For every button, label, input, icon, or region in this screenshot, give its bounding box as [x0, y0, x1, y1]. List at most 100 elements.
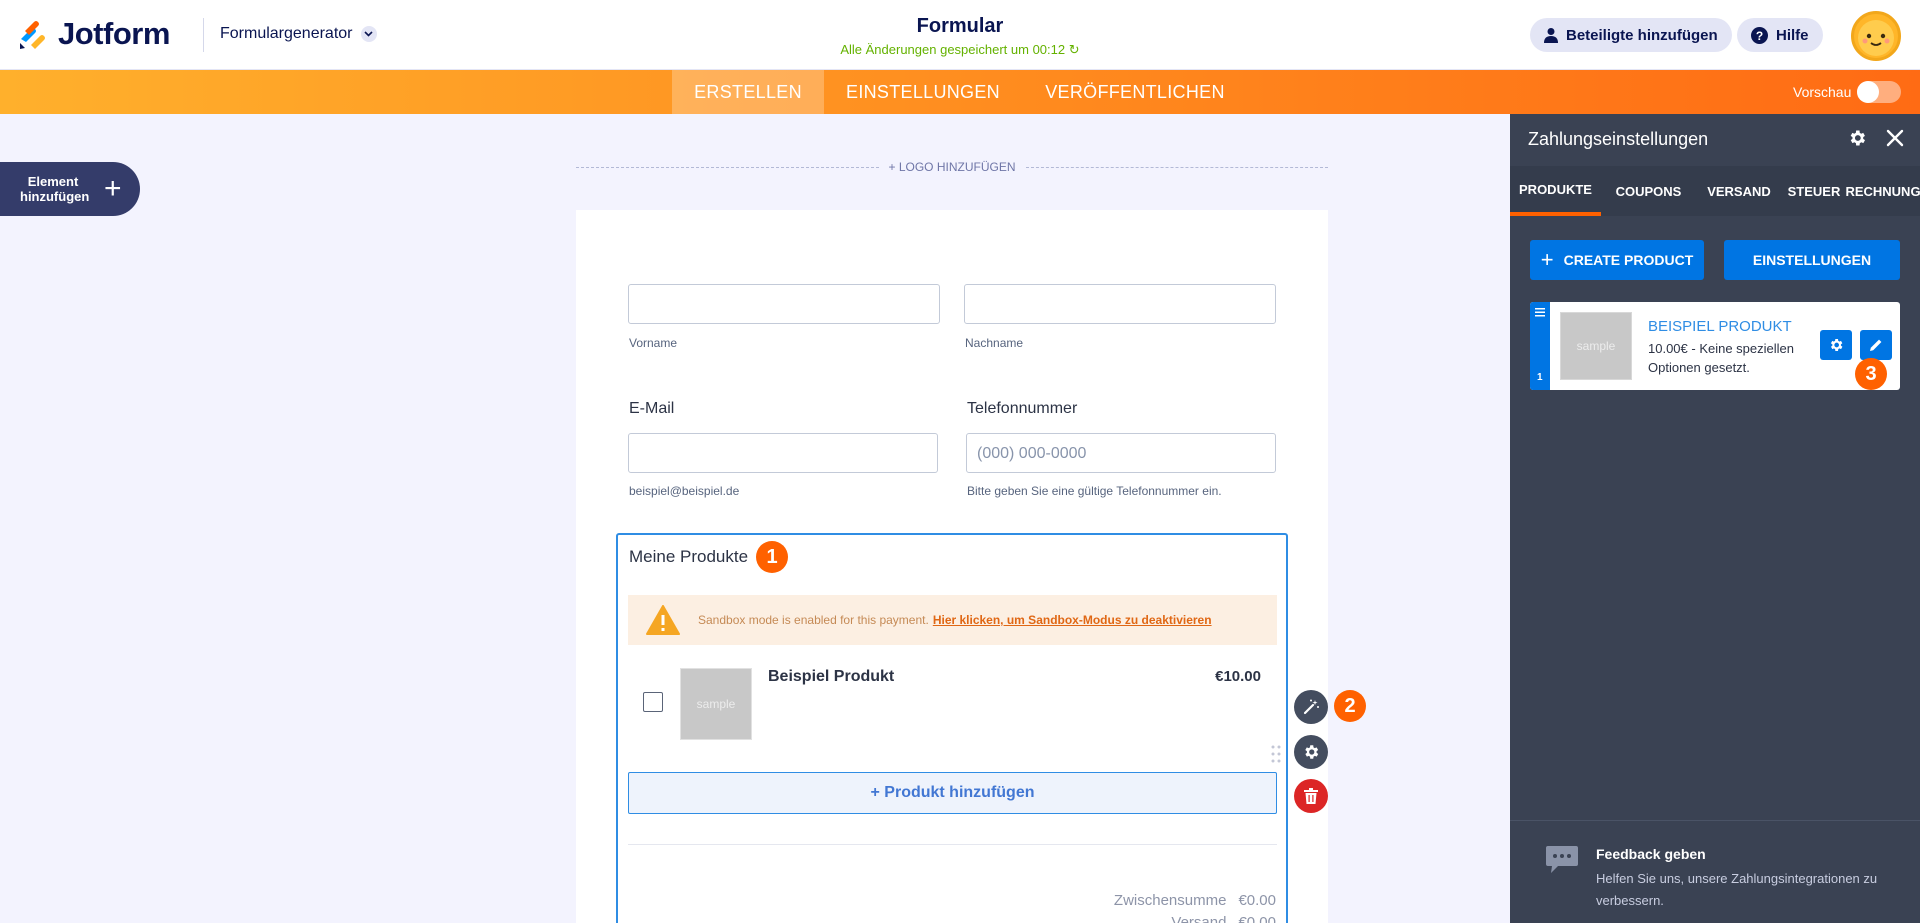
warning-icon: [646, 605, 680, 635]
top-header: Jotform Formulargenerator Formular Alle …: [0, 0, 1920, 70]
product-name: Beispiel Produkt: [768, 668, 895, 685]
panel-tabs: PRODUKTE COUPONS VERSAND STEUER RECHNUNG: [1510, 166, 1920, 216]
email-label: E-Mail: [629, 400, 675, 417]
step-badge-3: 3: [1855, 358, 1887, 390]
sandbox-disable-link[interactable]: Hier klicken, um Sandbox-Modus zu deakti…: [933, 613, 1212, 627]
builder-navbar: ERSTELLEN EINSTELLUNGEN VERÖFFENTLICHEN …: [0, 70, 1920, 114]
last-name-sublabel: Nachname: [965, 336, 1024, 350]
product-card-index: 1: [1537, 372, 1543, 383]
trash-icon: [1304, 788, 1318, 804]
phone-label: Telefonnummer: [967, 400, 1078, 417]
user-icon: [1544, 28, 1558, 43]
totals-divider: [628, 844, 1277, 845]
add-participants-label: Beteiligte hinzufügen: [1566, 26, 1718, 44]
add-product-button[interactable]: + Produkt hinzufügen: [628, 772, 1277, 814]
plus-icon: +: [104, 172, 122, 205]
help-icon: ?: [1751, 26, 1768, 44]
tab-einstellungen[interactable]: EINSTELLUNGEN: [824, 70, 1022, 114]
panel-tab-versand[interactable]: VERSAND: [1696, 166, 1782, 216]
phone-placeholder: (000) 000-0000: [977, 445, 1087, 462]
svg-text:?: ?: [1756, 29, 1763, 43]
panel-close-button[interactable]: [1885, 128, 1907, 150]
phone-sublabel: Bitte geben Sie eine gültige Telefonnumm…: [967, 484, 1222, 498]
builder-menu-dropdown[interactable]: Formulargenerator: [220, 25, 377, 43]
product-card-thumbnail-text: sample: [1576, 339, 1616, 353]
help-button[interactable]: ? Hilfe: [1737, 18, 1823, 52]
product-edit-button[interactable]: [1860, 330, 1892, 360]
help-label: Hilfe: [1776, 26, 1809, 44]
header-separator: [203, 18, 204, 52]
product-price: €10.00: [1215, 668, 1261, 685]
step-badge-1: 1: [756, 541, 788, 573]
product-card-name: BEISPIEL PRODUKT: [1648, 318, 1792, 335]
last-name-input[interactable]: [964, 284, 1276, 324]
product-card-strip: 1: [1530, 302, 1550, 390]
gear-icon: [1830, 339, 1843, 351]
add-element-button[interactable]: Element hinzufügen +: [0, 162, 140, 216]
first-name-input[interactable]: [628, 284, 940, 324]
panel-tab-steuer[interactable]: STEUER: [1782, 166, 1846, 216]
panel-tab-rechnung[interactable]: RECHNUNG: [1845, 166, 1920, 216]
subtotal-label: Zwischensumme: [1113, 892, 1227, 909]
step-badge-2: 2: [1334, 690, 1366, 722]
email-input[interactable]: [628, 433, 938, 473]
add-element-label: Element hinzufügen: [20, 174, 90, 204]
drag-handle-icon[interactable]: [1270, 744, 1282, 764]
product-card-thumbnail: sample: [1557, 309, 1635, 383]
panel-tab-coupons[interactable]: COUPONS: [1601, 166, 1696, 216]
product-options-button[interactable]: [1820, 330, 1852, 360]
sandbox-warning: Sandbox mode is enabled for this payment…: [628, 595, 1277, 645]
first-name-sublabel: Vorname: [629, 336, 678, 350]
gear-icon: [1850, 130, 1865, 146]
menu-icon[interactable]: [1535, 308, 1545, 317]
preview-label: Vorschau: [1793, 84, 1852, 100]
panel-settings-button[interactable]: [1847, 128, 1869, 150]
gear-icon: [1305, 745, 1319, 759]
magic-wand-button[interactable]: [1294, 690, 1328, 724]
chat-bubble-icon: [1546, 846, 1578, 873]
logo-wordmark: Jotform: [58, 16, 170, 51]
subtotal-row: Zwischensumme €0.00: [1114, 892, 1276, 909]
phone-input[interactable]: (000) 000-0000: [966, 433, 1276, 473]
shipping-label: Versand: [1171, 914, 1227, 923]
product-thumbnail: sample: [680, 668, 752, 740]
panel-title: Zahlungseinstellungen: [1528, 129, 1709, 149]
chevron-down-icon: [360, 26, 377, 42]
avatar-face-icon: [1858, 20, 1894, 56]
product-card-description: 10.00€ - Keine speziellen Optionen geset…: [1648, 341, 1794, 375]
tab-veroeffentlichen[interactable]: VERÖFFENTLICHEN: [1022, 70, 1248, 114]
product-checkbox[interactable]: [643, 692, 663, 712]
email-sublabel: beispiel@beispiel.de: [629, 484, 740, 498]
delete-field-button[interactable]: [1294, 779, 1328, 813]
product-settings-button[interactable]: EINSTELLUNGEN: [1724, 240, 1900, 280]
close-icon: [1886, 129, 1904, 147]
feedback-text: Helfen Sie uns, unsere Zahlungsintegrati…: [1596, 871, 1878, 908]
product-thumbnail-text: sample: [696, 697, 736, 711]
panel-tab-produkte[interactable]: PRODUKTE: [1510, 166, 1601, 216]
feedback-title: Feedback geben: [1596, 846, 1706, 862]
add-logo-area[interactable]: + LOGO HINZUFÜGEN: [576, 157, 1329, 177]
magic-wand-icon: [1303, 699, 1319, 715]
field-settings-button[interactable]: [1294, 735, 1328, 769]
shipping-row: Versand €0.00: [1171, 914, 1276, 923]
feedback-section[interactable]: Feedback geben Helfen Sie uns, unsere Za…: [1510, 820, 1920, 923]
dashed-line: [1025, 166, 1329, 168]
product-list-title: Meine Produkte: [629, 547, 749, 566]
product-list-field[interactable]: Meine Produkte 1 Sandbox mode is enabled…: [616, 533, 1288, 923]
add-participants-button[interactable]: Beteiligte hinzufügen: [1530, 18, 1732, 52]
plus-icon: +: [1540, 247, 1554, 272]
preview-toggle[interactable]: [1857, 81, 1901, 103]
create-product-button[interactable]: + CREATE PRODUCT: [1530, 240, 1704, 280]
user-avatar[interactable]: [1851, 11, 1901, 61]
jotform-logo-icon: [20, 21, 45, 49]
save-status-text: Alle Änderungen gespeichert um 00:12: [840, 42, 1066, 57]
create-product-label: CREATE PRODUCT: [1563, 252, 1694, 268]
add-logo-label: + LOGO HINZUFÜGEN: [888, 160, 1016, 174]
subtotal-value: €0.00: [1238, 892, 1276, 909]
product-card[interactable]: 1 sample BEISPIEL PRODUKT 10.00€ - Keine…: [1530, 302, 1900, 390]
preview-toggle-knob: [1857, 81, 1879, 103]
tab-erstellen[interactable]: ERSTELLEN: [672, 70, 824, 114]
pencil-icon: [1870, 339, 1882, 351]
builder-menu-label: Formulargenerator: [220, 25, 353, 42]
jotform-logo[interactable]: Jotform: [18, 16, 170, 52]
